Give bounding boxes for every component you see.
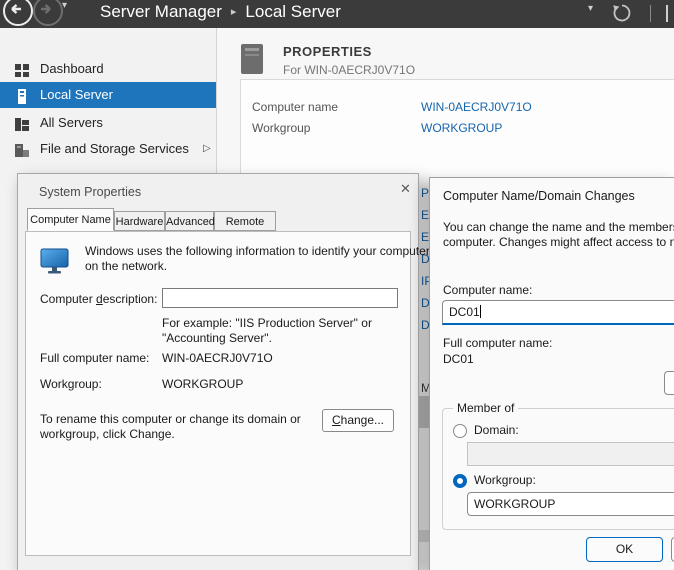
server-manager-window: ▾ Server Manager ▸ Local Server ▾ Dashboar… [0, 0, 674, 570]
properties-subtitle: For WIN-0AECRJ0V71O [283, 63, 415, 77]
workgroup-link[interactable]: WORKGROUP [421, 121, 502, 135]
toolbar-separator [650, 5, 651, 22]
full-computer-name-value: DC01 [443, 352, 474, 366]
properties-tile-icon [240, 44, 264, 75]
workgroup-label: Workgroup: [40, 377, 102, 391]
full-computer-name-label: Full computer name: [40, 351, 149, 365]
sidebar-item-label: All Servers [40, 110, 103, 135]
computer-name-label: Computer name: [443, 283, 532, 297]
text-cursor [480, 305, 481, 318]
more-button-clipped[interactable] [664, 371, 674, 395]
rename-hint-text: To rename this computer or change its do… [40, 412, 301, 426]
breadcrumb: Server Manager ▸ Local Server [100, 2, 341, 22]
tab-remote[interactable]: Remote [214, 211, 276, 231]
property-label: Computer name [252, 100, 338, 114]
breadcrumb-separator-icon: ▸ [231, 6, 237, 18]
sidebar-item-all-servers[interactable]: All Servers [0, 110, 216, 135]
computer-description-input[interactable] [162, 288, 398, 308]
change-button[interactable]: Change... [322, 409, 394, 432]
tab-hardware[interactable]: Hardware [114, 211, 165, 231]
intro-text: Windows uses the following information t… [85, 244, 430, 258]
local-server-icon [14, 88, 30, 104]
dialog-title: System Properties [39, 185, 141, 199]
property-label: Workgroup [252, 121, 310, 135]
computer-name-domain-changes-dialog: Computer Name/Domain Changes You can cha… [429, 177, 674, 570]
breadcrumb-current[interactable]: Local Server [245, 2, 340, 21]
breadcrumb-dropdown-caret[interactable]: ▾ [588, 3, 593, 14]
nav-dropdown-caret[interactable]: ▾ [62, 0, 67, 11]
sidebar-item-file-storage-services[interactable]: File and Storage Services ▷ [0, 136, 216, 161]
full-computer-name-value: WIN-0AECRJ0V71O [162, 351, 273, 365]
tab-advanced[interactable]: Advanced [165, 211, 214, 231]
example-text: For example: "IIS Production Server" or [162, 316, 372, 330]
monitor-icon [40, 247, 70, 277]
workgroup-input[interactable]: WORKGROUP [467, 492, 674, 516]
breadcrumb-root[interactable]: Server Manager [100, 2, 222, 21]
example-text: "Accounting Server". [162, 331, 272, 345]
computer-name-tab-page: Windows uses the following information t… [25, 231, 411, 556]
close-icon[interactable]: ✕ [400, 181, 411, 197]
tab-computer-name[interactable]: Computer Name [27, 208, 114, 231]
intro-text: on the network. [85, 259, 167, 273]
computer-description-label: Computer description: [40, 292, 157, 306]
sidebar-item-label: Dashboard [40, 56, 104, 81]
refresh-icon [611, 2, 633, 24]
back-arrow-icon [5, 0, 27, 20]
sidebar-item-label: Local Server [40, 82, 113, 108]
domain-input [467, 442, 674, 466]
dialog-body-text: You can change the name and the membersh… [443, 220, 674, 234]
flag-icon[interactable] [666, 5, 668, 22]
computer-name-input[interactable]: DC01 [442, 300, 674, 325]
domain-radio-label[interactable]: Domain: [474, 423, 519, 437]
expand-chevron-icon[interactable]: ▷ [203, 136, 211, 161]
sidebar-item-label: File and Storage Services [40, 136, 189, 161]
dialog-body-text: computer. Changes might affect access to… [443, 235, 674, 249]
file-storage-icon [14, 141, 30, 157]
sidebar-item-dashboard[interactable]: Dashboard [0, 56, 216, 81]
workgroup-radio[interactable] [453, 474, 467, 488]
member-of-group: Member of Domain: Workgroup: WORKGROUP [442, 408, 674, 530]
title-bar: ▾ Server Manager ▸ Local Server ▾ [0, 0, 674, 28]
all-servers-icon [14, 115, 30, 131]
ok-button[interactable]: OK [586, 537, 663, 562]
dialog-title: Computer Name/Domain Changes [443, 189, 635, 203]
back-button[interactable] [3, 0, 33, 26]
full-computer-name-label: Full computer name: [443, 336, 552, 350]
dashboard-icon [14, 61, 30, 77]
forward-arrow-icon [35, 0, 57, 20]
workgroup-value: WORKGROUP [162, 377, 243, 391]
properties-title: PROPERTIES [283, 44, 372, 59]
refresh-button[interactable] [611, 2, 633, 24]
system-properties-dialog: System Properties ✕ Computer Name Hardwa… [17, 173, 419, 570]
domain-radio[interactable] [453, 424, 467, 438]
forward-button[interactable] [33, 0, 63, 26]
sidebar-item-local-server[interactable]: Local Server [0, 82, 216, 108]
member-of-label: Member of [453, 401, 518, 415]
computer-name-link[interactable]: WIN-0AECRJ0V71O [421, 100, 532, 114]
workgroup-radio-label[interactable]: Workgroup: [474, 473, 536, 487]
rename-hint-text: workgroup, click Change. [40, 427, 175, 441]
